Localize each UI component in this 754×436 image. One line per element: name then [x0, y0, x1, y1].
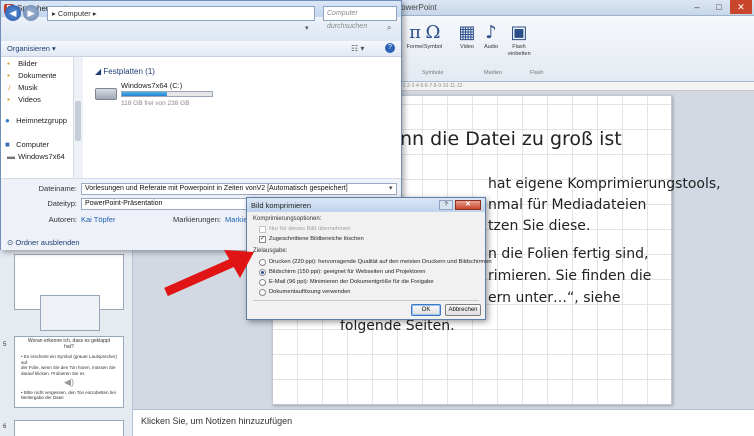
thumbnail-screenshot-image [40, 295, 100, 331]
documents-folder-icon: ▪ [7, 71, 10, 80]
slide-body-line[interactable]: rimieren. Sie finden die [488, 268, 651, 284]
cancel-button[interactable]: Abbrechen [445, 304, 481, 316]
flash-icon: ▣ [510, 22, 528, 43]
search-input[interactable]: Computer durchsuchen [323, 6, 397, 30]
music-folder-icon: ♪ [7, 83, 11, 92]
authors-value[interactable]: Kai Töpfer [81, 215, 115, 224]
slide-body-line[interactable]: hat eigene Komprimierungstools, [488, 176, 721, 192]
homegroup-icon: ● [5, 116, 10, 125]
address-dropdown-icon[interactable]: ▾ [305, 24, 309, 32]
slide-heading[interactable]: nn die Datei zu groß ist [400, 128, 622, 150]
screen-150ppi-radio[interactable] [259, 269, 266, 276]
speaker-icon: ◀) [64, 377, 74, 387]
nav-item-dokumente[interactable]: ▪ Dokumente [7, 71, 56, 80]
nav-item-heimnetzgruppe[interactable]: ● Heimnetzgrupp [5, 116, 67, 125]
ribbon-group-symbole: Symbole [422, 70, 444, 76]
thumbnail-5-footer: • Bitte nicht vergessen, den Ton einzube… [21, 389, 116, 401]
close-window-button[interactable]: ✕ [730, 0, 752, 14]
ribbon-group-flash: Flash [530, 70, 544, 76]
thumbnail-number: 6 [3, 424, 7, 430]
nav-item-bilder[interactable]: ▪ Bilder [7, 59, 37, 68]
delete-cropped-areas-checkbox[interactable]: ✓ [259, 236, 266, 243]
compress-close-button[interactable]: ✕ [455, 200, 481, 210]
filename-input[interactable]: Vorlesungen und Referate mit Powerpoint … [81, 183, 397, 195]
section-header-festplatten[interactable]: ◢ Festplatten (1) [95, 67, 155, 76]
horizontal-ruler: ·1·2·3·4·5·6·7·8·9·10·11·12· [395, 82, 754, 91]
thumbnail-number: 5 [3, 342, 7, 348]
ribbon-formel-label: Formel [406, 44, 424, 50]
back-arrow-icon[interactable]: ◀ [5, 5, 21, 21]
slide-thumbnail-6[interactable] [14, 420, 124, 436]
dialog-separator [253, 300, 479, 301]
ribbon-flash-button[interactable]: ▣ Flash einbetten [508, 22, 531, 58]
computer-icon: ■ [5, 140, 10, 149]
delete-cropped-areas-label: Zugeschnittene Bildbereiche löschen [269, 236, 364, 242]
audio-icon: ♪ [485, 22, 497, 43]
slide-thumbnail-5[interactable]: Woran erkenne ich, dass es geklappt hat? … [14, 336, 124, 408]
view-options-icon[interactable]: ☷ ▾ [351, 44, 364, 53]
ribbon-flash-label: Flash einbetten [508, 44, 531, 57]
videos-folder-icon: ▪ [7, 95, 10, 104]
address-input[interactable]: ▸ Computer ▸ [47, 6, 315, 21]
notes-placeholder[interactable]: Klicken Sie, um Notizen hinzuzufügen [141, 416, 292, 426]
minimize-button[interactable]: – [686, 0, 708, 14]
screen-150ppi-label: Bildschirm (150 ppi): geeignet für Webse… [269, 269, 426, 275]
ribbon-video-button[interactable]: ▦ Video [456, 22, 478, 51]
drive-icon: ▬ [7, 152, 15, 161]
slide-body-line[interactable]: tzen Sie diese. [488, 218, 590, 234]
symbol-icon: Ω [425, 22, 441, 43]
ok-button[interactable]: OK [411, 304, 441, 316]
forward-arrow-icon[interactable]: ▶ [23, 5, 39, 21]
nav-item-computer[interactable]: ■ Computer [5, 140, 49, 149]
compress-dialog-title: Bild komprimieren [251, 201, 312, 210]
document-resolution-radio[interactable] [259, 289, 266, 296]
help-icon[interactable]: ? [385, 43, 395, 53]
authors-label: Autoren: [48, 215, 77, 224]
nav-scrollbar-thumb[interactable] [75, 101, 81, 141]
nav-item-musik[interactable]: ♪ Musik [7, 83, 38, 92]
apply-only-this-picture-checkbox[interactable] [259, 226, 266, 233]
search-icon[interactable]: ⌕ [387, 23, 391, 33]
tags-label: Markierungen: [173, 215, 221, 224]
ribbon-group-medien: Medien [484, 70, 503, 76]
nav-item-videos[interactable]: ▪ Videos [7, 95, 41, 104]
email-96ppi-radio[interactable] [259, 279, 266, 286]
filename-dropdown-icon[interactable]: ▾ [389, 184, 393, 192]
compress-help-button[interactable]: ? [439, 200, 453, 210]
drive-usage-fill [122, 92, 167, 96]
compress-pictures-dialog: Bild komprimieren ? ✕ Komprimierungsopti… [246, 197, 492, 320]
slide-body-line[interactable]: n die Folien fertig sind, [488, 246, 648, 262]
ribbon-audio-button[interactable]: ♪ Audio [480, 22, 502, 51]
slide-body-line[interactable]: ern unter…“, siehe [488, 290, 621, 306]
ribbon-video-label: Video [460, 44, 474, 50]
dialog-toolbar [1, 41, 401, 57]
ribbon-symbol-label: Symbol [423, 44, 443, 50]
compression-options-header: Komprimierungsoptionen: [253, 216, 322, 222]
hide-folders-button[interactable]: ⊙ Ordner ausblenden [7, 238, 80, 247]
drive-name[interactable]: Windows7x64 (C:) [121, 81, 182, 90]
print-220ppi-radio[interactable] [259, 259, 266, 266]
thumbnail-5-title: Woran erkenne ich, dass es geklappt hat? [27, 338, 111, 350]
filename-label: Dateiname: [38, 184, 77, 193]
hard-drive-icon[interactable] [95, 88, 117, 100]
ribbon-audio-label: Audio [483, 44, 499, 50]
print-220ppi-label: Drucken (220 ppi): hervorragende Qualitä… [269, 259, 492, 265]
red-annotation-arrow [164, 250, 254, 297]
email-96ppi-label: E-Mail (96 ppi): Minimieren der Dokument… [269, 279, 434, 285]
nav-item-windows7x64[interactable]: ▬ Windows7x64 [7, 152, 65, 161]
ribbon-symbol-button[interactable]: Ω Symbol [422, 22, 444, 51]
slide-body-line[interactable]: nmal für Mediadateien [488, 197, 646, 213]
slide-body-line[interactable]: folgende Seiten. [340, 318, 455, 334]
organize-button[interactable]: Organisieren ▾ [7, 44, 56, 53]
target-output-header: Zielausgabe: [253, 248, 288, 254]
document-resolution-label: Dokumentauflösung verwenden [269, 289, 351, 295]
apply-only-this-picture-label: Nur für dieses Bild übernehmen [269, 226, 351, 232]
pictures-folder-icon: ▪ [7, 59, 10, 68]
video-icon: ▦ [458, 22, 476, 43]
filetype-label: Dateityp: [47, 199, 77, 208]
maximize-button[interactable]: □ [708, 0, 730, 14]
drive-free-space: 118 GB frei von 238 GB [121, 100, 190, 107]
thumbnail-5-body: • Es erscheint ein Symbol (grauer Lautsp… [21, 354, 117, 376]
